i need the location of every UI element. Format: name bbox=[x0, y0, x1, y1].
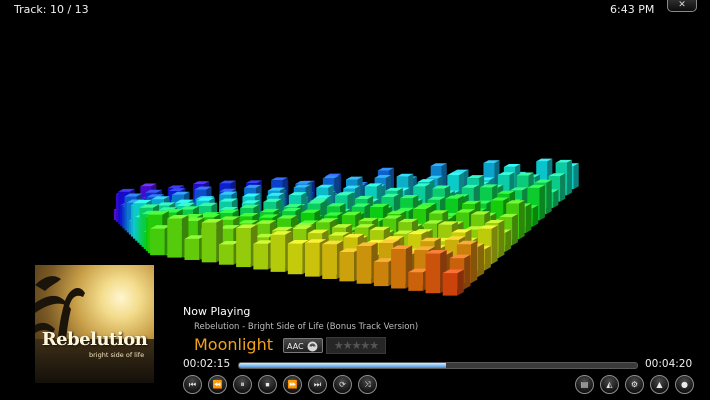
fast-forward-icon: ⏩ bbox=[287, 380, 298, 389]
bar-face bbox=[391, 249, 406, 289]
stop-button[interactable]: ⏹ bbox=[258, 375, 277, 394]
bar-side bbox=[573, 163, 579, 190]
bar-face bbox=[150, 228, 165, 256]
bar-face bbox=[236, 227, 251, 268]
repeat-icon: ⟳ bbox=[339, 380, 346, 389]
settings-button[interactable]: ⚙ bbox=[625, 375, 644, 394]
skip-back-icon: ⏮ bbox=[188, 380, 197, 389]
bar-face bbox=[356, 245, 372, 284]
bar-side bbox=[539, 184, 545, 221]
bar-face bbox=[408, 272, 423, 291]
analyzer-button[interactable]: ▲ bbox=[650, 375, 669, 394]
pause-icon: ⏸ bbox=[240, 380, 245, 389]
visualization-icon: ◭ bbox=[606, 380, 613, 389]
seek-bar[interactable] bbox=[238, 362, 638, 369]
bar-side bbox=[505, 229, 512, 252]
audio-wave-icon bbox=[307, 341, 318, 352]
album-art-title: Rebelution bbox=[41, 329, 148, 350]
codec-label: AAC bbox=[287, 342, 304, 351]
shuffle-button[interactable]: ⤨ bbox=[358, 375, 377, 394]
bar-side bbox=[525, 203, 532, 233]
record-button[interactable]: ● bbox=[675, 375, 694, 394]
close-button[interactable]: ✕ bbox=[667, 0, 697, 12]
bar-face bbox=[287, 243, 303, 275]
gear-icon: ⚙ bbox=[630, 380, 639, 389]
bar-face bbox=[253, 243, 268, 270]
bar-side bbox=[518, 200, 525, 240]
seek-bar-fill bbox=[239, 363, 446, 368]
bar-face bbox=[425, 253, 441, 294]
bar-side bbox=[464, 254, 471, 290]
bar-face bbox=[442, 273, 458, 296]
fast-forward-button[interactable]: ⏩ bbox=[283, 375, 302, 394]
bar-side bbox=[498, 219, 505, 259]
elapsed-time: 00:02:15 bbox=[183, 358, 231, 370]
total-time: 00:04:20 bbox=[645, 358, 693, 370]
bar-side bbox=[512, 213, 518, 246]
music-player-screen: Track: 10 / 13 6:43 PM ✕ Rebelution brig… bbox=[0, 0, 710, 400]
bar-face bbox=[167, 218, 182, 258]
bar-face bbox=[184, 238, 200, 260]
bar-side bbox=[566, 159, 572, 196]
mountain-icon: ▲ bbox=[656, 380, 663, 389]
bar-side bbox=[484, 245, 491, 271]
shuffle-icon: ⤨ bbox=[364, 380, 371, 389]
bar-side bbox=[553, 189, 559, 208]
clock: 6:43 PM bbox=[610, 3, 655, 16]
rewind-icon: ⏪ bbox=[212, 380, 223, 389]
repeat-button[interactable]: ⟳ bbox=[333, 375, 352, 394]
bar-side bbox=[560, 173, 566, 202]
subtitles-button[interactable]: ▤ bbox=[575, 375, 594, 394]
rating-stars[interactable]: ★★★★★ bbox=[326, 337, 386, 354]
bar-face bbox=[305, 242, 320, 277]
bar-side bbox=[491, 225, 498, 265]
spectrum-bar bbox=[442, 269, 464, 296]
record-icon: ● bbox=[681, 380, 688, 389]
now-playing-heading: Now Playing bbox=[183, 305, 251, 318]
close-icon: ✕ bbox=[678, 0, 686, 10]
pause-button[interactable]: ⏸ bbox=[233, 375, 252, 394]
bar-side bbox=[546, 179, 552, 215]
song-title: Moonlight bbox=[194, 335, 273, 354]
subtitles-icon: ▤ bbox=[580, 380, 589, 389]
previous-track-button[interactable]: ⏮ bbox=[183, 375, 202, 394]
bar-face bbox=[322, 244, 337, 279]
bar-side bbox=[470, 240, 478, 284]
visualization-button[interactable]: ◭ bbox=[600, 375, 619, 394]
bar-side bbox=[532, 205, 539, 227]
bar-face bbox=[339, 251, 354, 282]
bar-face bbox=[373, 261, 389, 287]
skip-forward-icon: ⏭ bbox=[313, 380, 322, 389]
bar-side bbox=[477, 243, 485, 277]
album-art-subtitle: bright side of life bbox=[89, 351, 145, 359]
track-counter: Track: 10 / 13 bbox=[14, 3, 89, 16]
codec-badge: AAC bbox=[283, 338, 323, 353]
next-track-button[interactable]: ⏭ bbox=[308, 375, 327, 394]
bar-side bbox=[457, 269, 464, 296]
rewind-button[interactable]: ⏪ bbox=[208, 375, 227, 394]
stop-icon: ⏹ bbox=[265, 380, 270, 389]
artist-album-line: Rebelution - Bright Side of Life (Bonus … bbox=[194, 322, 419, 332]
album-art: Rebelution bright side of life bbox=[35, 265, 154, 383]
bar-face bbox=[218, 244, 234, 265]
bar-face bbox=[270, 234, 286, 272]
bar-face bbox=[201, 222, 217, 263]
